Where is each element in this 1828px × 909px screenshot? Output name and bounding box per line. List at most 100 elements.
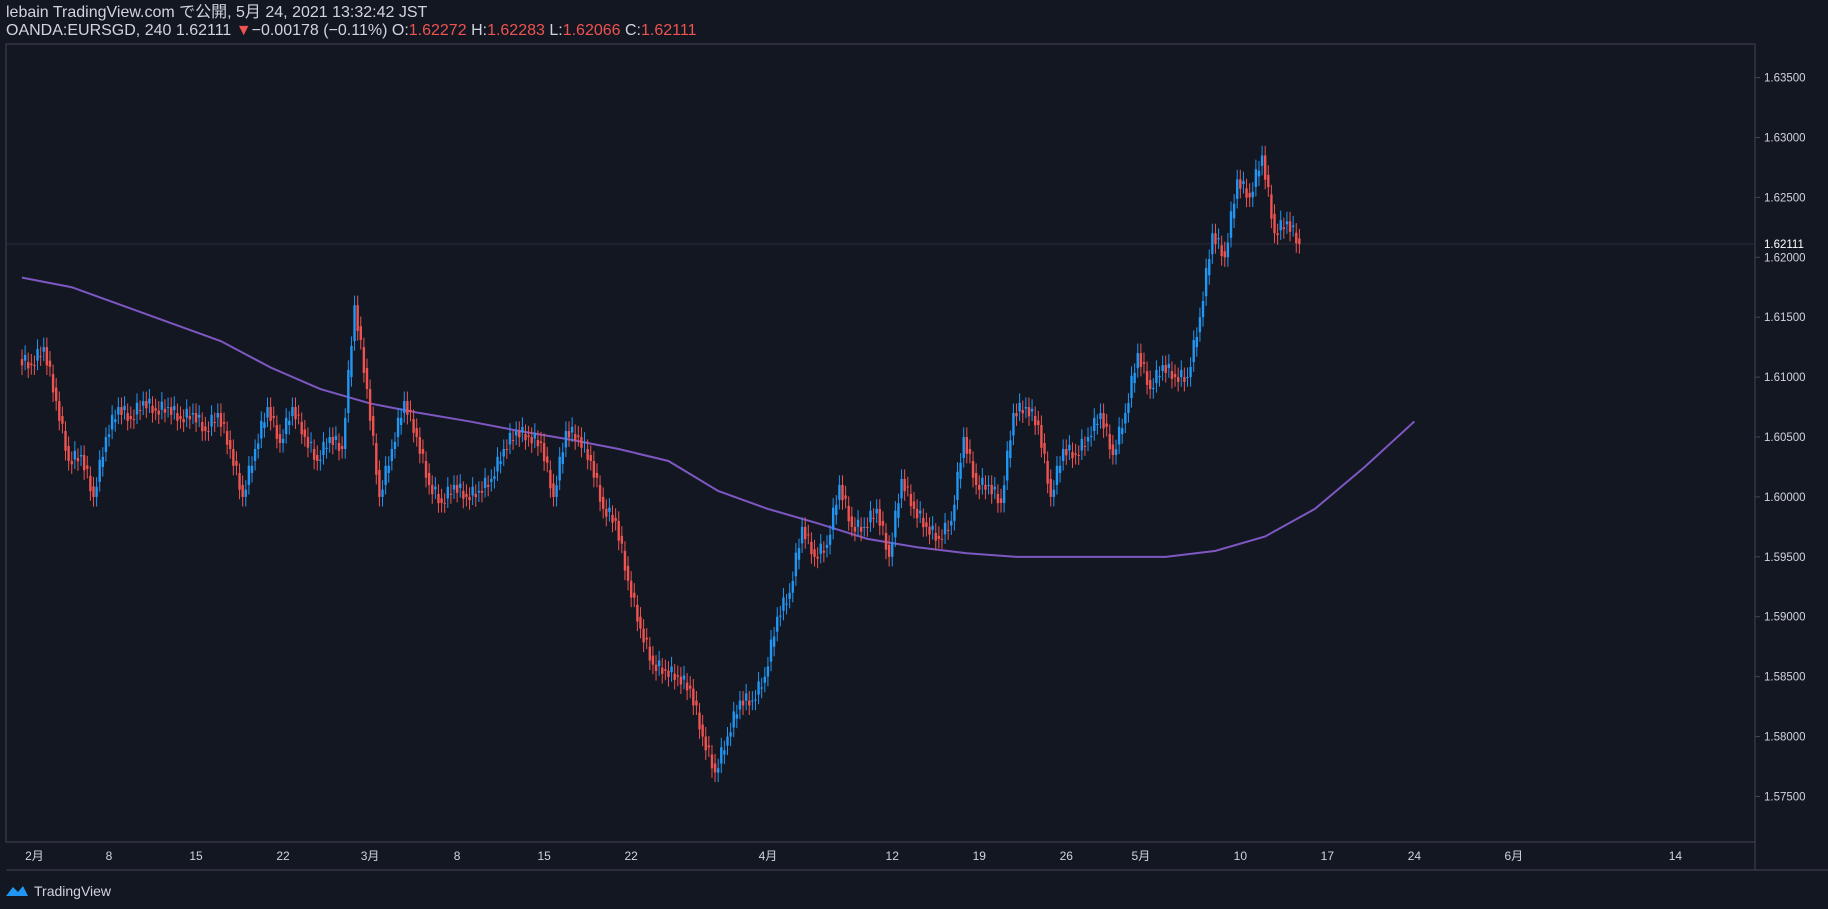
candle-body xyxy=(1015,413,1018,417)
candle-body xyxy=(154,408,157,411)
candle-body xyxy=(897,503,900,518)
candle-body xyxy=(1204,268,1208,297)
candle-body xyxy=(82,454,86,471)
candle-body xyxy=(1012,413,1015,436)
candle-body xyxy=(431,484,434,495)
candle-body xyxy=(595,472,599,478)
candle-body xyxy=(592,460,596,478)
candle-body xyxy=(900,478,903,499)
candle-body xyxy=(564,431,568,448)
candle-body xyxy=(1176,377,1180,382)
candle-body xyxy=(263,422,266,429)
candle-body xyxy=(847,505,850,522)
y-tick-label: 1.62500 xyxy=(1764,192,1806,204)
candle-body xyxy=(73,450,77,460)
candle-body xyxy=(1027,407,1031,417)
candle-body xyxy=(1006,450,1009,481)
candle-body xyxy=(1298,238,1301,245)
candle-body xyxy=(813,549,816,557)
candle-body xyxy=(583,441,586,443)
candle-body xyxy=(328,437,331,443)
y-tick-label: 1.62000 xyxy=(1764,252,1806,264)
candle-body xyxy=(518,431,521,438)
candle-body xyxy=(79,454,83,457)
candle-body xyxy=(574,434,577,441)
candle-body xyxy=(685,682,689,691)
candle-body xyxy=(412,419,415,433)
candle-body xyxy=(807,534,810,536)
candle-body xyxy=(1257,170,1261,177)
candle-body xyxy=(371,416,375,436)
candle-body xyxy=(1127,402,1130,414)
candle-body xyxy=(1021,410,1024,414)
candle-body xyxy=(210,414,213,427)
candle-body xyxy=(1229,211,1233,238)
candle-body xyxy=(1192,339,1195,363)
candle-body xyxy=(1121,428,1124,435)
candle-body xyxy=(878,508,881,526)
candle-body xyxy=(381,489,384,497)
candle-body xyxy=(300,422,303,435)
candle-body xyxy=(1161,365,1164,372)
x-tick-label: 6月 xyxy=(1504,849,1523,863)
candle-body xyxy=(598,484,602,502)
candle-body xyxy=(819,543,822,554)
candle-body xyxy=(679,676,683,685)
candle-body xyxy=(670,666,673,673)
candle-body xyxy=(197,414,201,418)
candle-body xyxy=(145,401,148,409)
candle-body xyxy=(552,483,555,497)
candle-body xyxy=(89,475,92,492)
candle-body xyxy=(919,510,922,514)
candle-body xyxy=(415,428,418,438)
candle-body xyxy=(1245,188,1248,198)
candle-body xyxy=(841,484,844,501)
candle-body xyxy=(1276,233,1279,236)
candle-body xyxy=(1267,174,1270,188)
candle-body xyxy=(1155,369,1158,384)
candle-body xyxy=(856,519,860,527)
candle-body xyxy=(344,417,347,449)
candle-body xyxy=(682,675,686,680)
candle-body xyxy=(623,550,627,571)
candle-body xyxy=(791,581,794,593)
candle-body xyxy=(1173,374,1177,378)
candle-body xyxy=(906,486,909,488)
candle-body xyxy=(54,387,58,402)
candle-body xyxy=(250,465,254,473)
candle-body xyxy=(1164,365,1167,373)
tradingview-logo[interactable]: TradingView xyxy=(4,880,111,902)
candle-body xyxy=(1071,451,1074,459)
candle-body xyxy=(353,305,356,342)
candle-body xyxy=(1167,363,1171,369)
candle-body xyxy=(51,374,55,393)
price-chart[interactable]: 1.63500 1.63000 1.62500 1.62000 1.61500 1.610… xyxy=(0,0,1828,909)
candle-body xyxy=(1139,353,1143,367)
candle-body xyxy=(322,441,325,455)
candle-body xyxy=(580,437,583,448)
x-tick-label: 22 xyxy=(624,849,638,863)
candle-body xyxy=(1226,242,1230,258)
candle-body xyxy=(794,552,798,577)
candle-body xyxy=(446,486,449,499)
candle-body xyxy=(368,389,372,421)
candle-body xyxy=(925,522,928,527)
candle-body xyxy=(468,496,471,501)
candle-body xyxy=(462,490,465,499)
candle-body xyxy=(863,526,866,528)
candle-body xyxy=(1295,232,1298,244)
candle-body xyxy=(586,448,589,460)
candle-body xyxy=(459,483,462,488)
candle-body xyxy=(735,714,739,719)
candle-body xyxy=(449,493,453,495)
candle-body xyxy=(27,362,30,369)
candle-body xyxy=(946,529,950,531)
candle-body xyxy=(120,407,123,415)
candle-body xyxy=(229,440,232,449)
candle-body xyxy=(61,416,64,424)
candle-body xyxy=(648,646,652,661)
candle-body xyxy=(601,496,605,509)
candle-body xyxy=(1251,191,1254,198)
candle-body xyxy=(1180,369,1183,378)
candle-body xyxy=(835,504,838,515)
